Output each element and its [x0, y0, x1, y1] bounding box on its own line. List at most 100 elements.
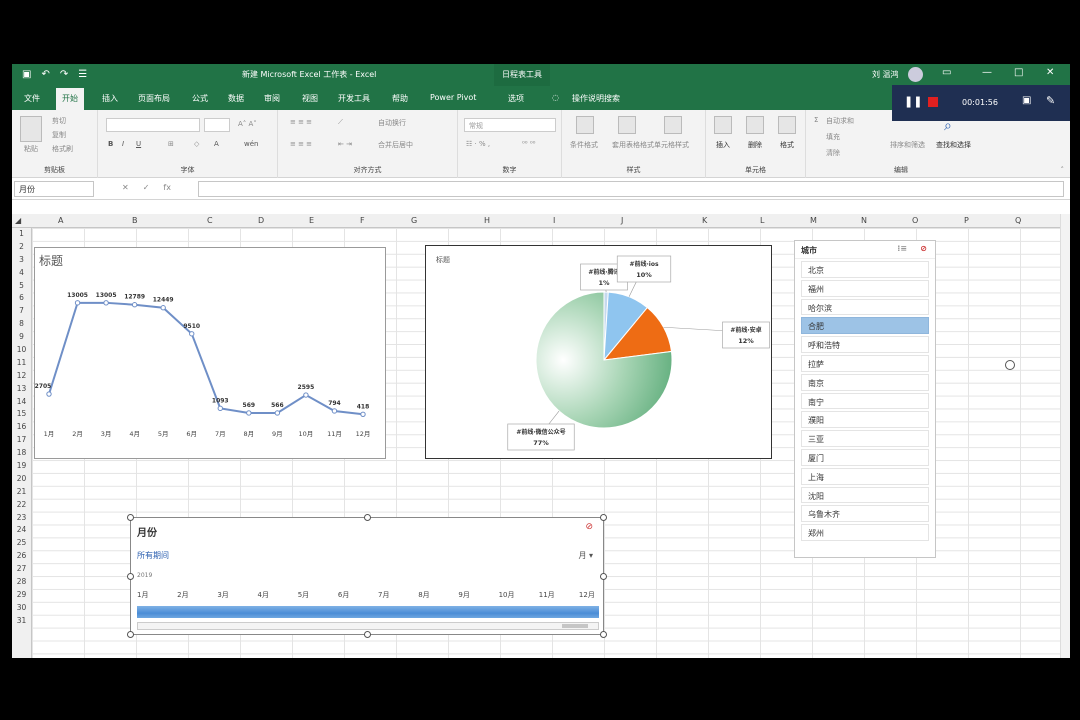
align-top-icon[interactable]: ≡ ≡ ≡	[290, 118, 312, 126]
insert-cells-button[interactable]: 插入	[716, 140, 730, 150]
line-point[interactable]	[360, 411, 366, 417]
select-all-corner[interactable]: ◢	[15, 216, 21, 225]
fill-button[interactable]: 填充	[826, 132, 840, 142]
line-point[interactable]	[331, 408, 338, 414]
autosum-button[interactable]: 自动求和	[826, 116, 854, 126]
border-icon[interactable]: ⊞	[168, 140, 174, 148]
row-header[interactable]: 26	[12, 550, 31, 563]
resize-handle[interactable]	[364, 631, 371, 638]
timeline-level-select[interactable]: 月 ▾	[578, 550, 593, 561]
column-header[interactable]: K	[702, 216, 707, 225]
row-header[interactable]: 15	[12, 408, 31, 421]
row-header[interactable]: 19	[12, 460, 31, 473]
redo-icon[interactable]: ↷	[60, 69, 68, 80]
row-header[interactable]: 5	[12, 280, 31, 293]
decimal-icon[interactable]: ⁰⁰ ⁰⁰	[522, 140, 535, 148]
camera-icon[interactable]: ▣	[1022, 95, 1031, 106]
slicer-item[interactable]: 厦门	[801, 448, 929, 466]
row-header[interactable]: 2	[12, 241, 31, 254]
format-table-button[interactable]: 套用表格格式	[612, 140, 654, 150]
number-format-select[interactable]: 常规	[464, 118, 556, 132]
tab-formulas[interactable]: 公式	[192, 93, 208, 104]
font-color-icon[interactable]: A	[214, 140, 219, 148]
timeline-month-label[interactable]: 6月	[338, 590, 349, 600]
column-header[interactable]: D	[258, 216, 264, 225]
tell-me-search[interactable]: 操作说明搜索	[572, 93, 620, 104]
pen-icon[interactable]: ✎	[1046, 94, 1055, 107]
column-header[interactable]: A	[58, 216, 63, 225]
timeline-month-label[interactable]: 5月	[298, 590, 309, 600]
row-header[interactable]: 13	[12, 383, 31, 396]
font-size-select[interactable]	[204, 118, 230, 132]
delete-cells-button[interactable]: 删除	[748, 140, 762, 150]
ribbon-display-button[interactable]: ▭	[942, 67, 951, 78]
minimize-button[interactable]: —	[982, 67, 992, 78]
cell-styles-button[interactable]: 单元格样式	[654, 140, 689, 150]
enter-icon[interactable]: ✓	[143, 183, 150, 192]
slicer-item[interactable]: 合肥	[801, 317, 929, 335]
tab-power-pivot[interactable]: Power Pivot	[430, 93, 476, 102]
row-header[interactable]: 23	[12, 512, 31, 525]
slicer-item[interactable]: 福州	[801, 279, 929, 297]
row-header[interactable]: 7	[12, 305, 31, 318]
timeline-range-bar[interactable]	[137, 606, 599, 618]
row-header[interactable]: 9	[12, 331, 31, 344]
indent-icon[interactable]: ⇤ ⇥	[338, 140, 352, 148]
underline-button[interactable]: U	[136, 140, 141, 148]
row-header[interactable]: 31	[12, 615, 31, 628]
timeline-slicer[interactable]: 月份 ⊘ 所有期间 月 ▾ 2019 1月 2月 3月 4月 5月 6月 7月 8月 9月 10月…	[127, 514, 607, 638]
sort-filter-button[interactable]: 排序和筛选	[890, 140, 925, 150]
column-header[interactable]: O	[912, 216, 918, 225]
copy-button[interactable]: 复制	[52, 130, 66, 140]
avatar[interactable]	[908, 67, 923, 82]
timeline-month-label[interactable]: 3月	[217, 590, 228, 600]
column-header[interactable]: I	[553, 216, 555, 225]
slicer-item[interactable]: 拉萨	[801, 354, 929, 372]
row-header[interactable]: 30	[12, 602, 31, 615]
undo-icon[interactable]: ↶	[41, 69, 49, 80]
timeline-month-label[interactable]: 12月	[579, 590, 595, 600]
autosum-icon[interactable]: Σ	[814, 116, 818, 124]
timeline-scroll-thumb[interactable]	[562, 624, 588, 628]
phonetic-icon[interactable]: wén	[244, 140, 258, 148]
merge-center-button[interactable]: 合并后居中	[378, 140, 413, 150]
cut-button[interactable]: 剪切	[52, 116, 66, 126]
row-header[interactable]: 28	[12, 576, 31, 589]
resize-handle[interactable]	[364, 514, 371, 521]
tab-data[interactable]: 数据	[228, 93, 244, 104]
timeline-month-label[interactable]: 1月	[137, 590, 148, 600]
timeline-month-label[interactable]: 8月	[418, 590, 429, 600]
user-name[interactable]: 刘 温鸿	[872, 69, 899, 80]
column-header[interactable]: J	[621, 216, 623, 225]
slicer-item[interactable]: 沈阳	[801, 486, 929, 504]
column-header[interactable]: C	[207, 216, 213, 225]
column-header[interactable]: N	[861, 216, 867, 225]
grow-font-icon[interactable]: A˄ A˅	[238, 120, 257, 128]
row-header[interactable]: 27	[12, 563, 31, 576]
paste-icon[interactable]	[20, 116, 42, 142]
column-header[interactable]: F	[360, 216, 365, 225]
city-slicer[interactable]: 城市 ⁝≡ ⊘ 北京 福州 哈尔滨 合肥 呼和浩特 拉萨 南京 南宁 濮阳 三亚 厦门 上海 沈阳 乌鲁木…	[794, 240, 936, 558]
slicer-item[interactable]: 南宁	[801, 392, 929, 410]
row-header[interactable]: 6	[12, 292, 31, 305]
cell-styles-icon[interactable]	[664, 116, 682, 134]
timeline-month-label[interactable]: 7月	[378, 590, 389, 600]
row-header[interactable]: 16	[12, 421, 31, 434]
tab-help[interactable]: 帮助	[392, 93, 408, 104]
row-header[interactable]: 14	[12, 396, 31, 409]
pause-icon[interactable]: ❚❚	[904, 95, 922, 108]
clear-button[interactable]: 清除	[826, 148, 840, 158]
column-header[interactable]: P	[964, 216, 969, 225]
timeline-clear-filter-icon[interactable]: ⊘	[585, 522, 593, 532]
tab-home[interactable]: 开始	[56, 88, 84, 110]
delete-cells-icon[interactable]	[746, 116, 764, 134]
timeline-month-label[interactable]: 9月	[458, 590, 469, 600]
clear-filter-icon[interactable]: ⊘	[920, 244, 927, 253]
timeline-month-label[interactable]: 4月	[258, 590, 269, 600]
name-box[interactable]: 月份	[14, 181, 94, 197]
pie-chart[interactable]: 标题 #前线·腾讯 1% #前线·ios 10% #前线·安卓 12% #前线·微信公众号 7…	[425, 245, 772, 459]
tab-insert[interactable]: 插入	[102, 93, 118, 104]
row-header[interactable]: 25	[12, 537, 31, 550]
line-series[interactable]	[48, 301, 364, 416]
row-header[interactable]: 21	[12, 486, 31, 499]
